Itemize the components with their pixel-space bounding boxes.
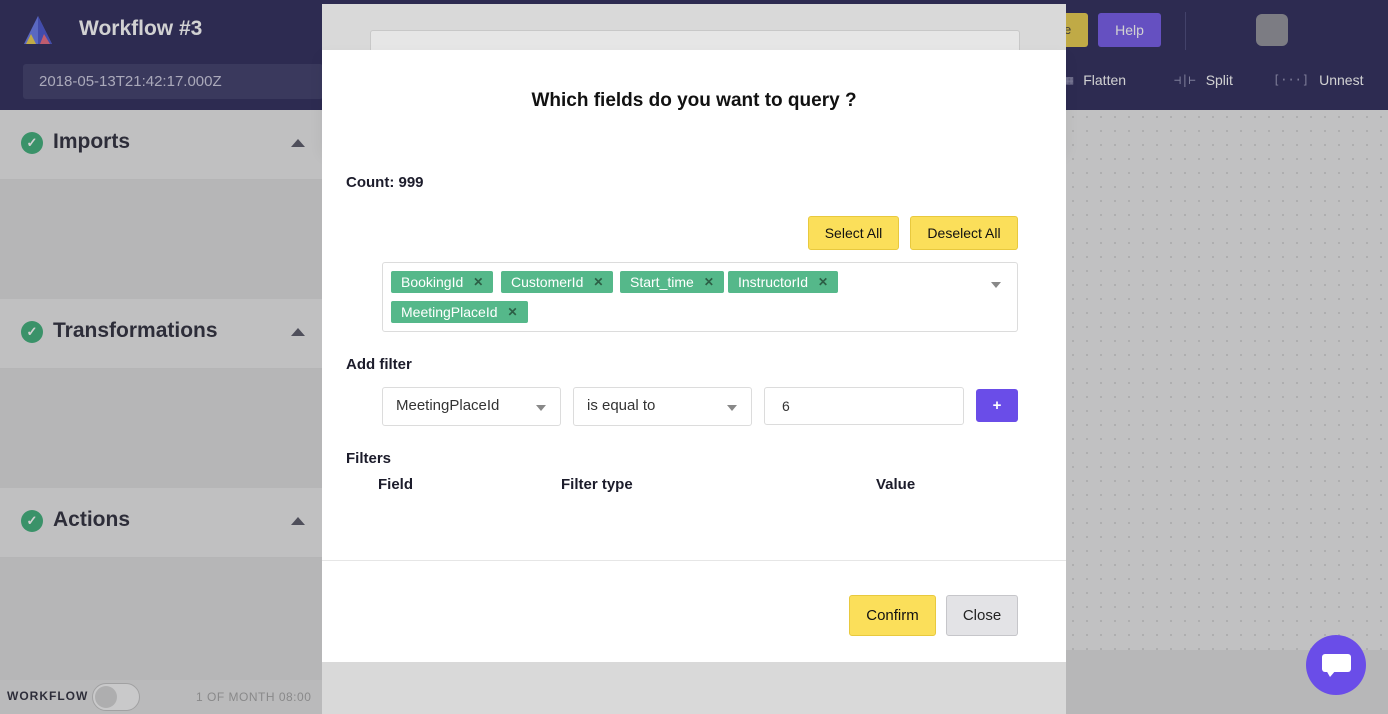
modal-body: Count: 999 Select All Deselect All Booki… (322, 150, 1066, 560)
modal-header: Which fields do you want to query ? (322, 50, 1066, 150)
filter-field-value: MeetingPlaceId (396, 397, 500, 414)
chevron-down-icon[interactable] (991, 282, 1001, 288)
remove-tag-icon[interactable]: ✕ (818, 275, 828, 289)
field-tag: Start_time ✕ (620, 271, 724, 293)
filter-type-select[interactable]: is equal to (573, 387, 752, 426)
add-filter-button[interactable]: + (976, 389, 1018, 422)
remove-tag-icon[interactable]: ✕ (473, 275, 483, 289)
modal-footer: Confirm Close (322, 560, 1066, 662)
field-tag-label: CustomerId (511, 274, 584, 290)
chat-icon-tail (1326, 670, 1336, 677)
field-tag: InstructorId ✕ (728, 271, 839, 293)
select-all-button[interactable]: Select All (808, 216, 899, 250)
filters-column-field: Field (378, 476, 414, 493)
count-label: Count: 999 (346, 174, 424, 191)
field-tag: MeetingPlaceId ✕ (391, 301, 528, 323)
field-tag: CustomerId ✕ (501, 271, 614, 293)
remove-tag-icon[interactable]: ✕ (704, 275, 714, 289)
filters-column-value: Value (876, 476, 916, 493)
add-filter-label: Add filter (346, 356, 412, 373)
modal-title: Which fields do you want to query ? (531, 90, 857, 111)
chat-launcher-button[interactable] (1306, 635, 1366, 695)
close-button[interactable]: Close (946, 595, 1018, 636)
field-tag-label: MeetingPlaceId (401, 304, 498, 320)
deselect-all-button[interactable]: Deselect All (910, 216, 1018, 250)
chevron-down-icon (727, 405, 737, 411)
confirm-button[interactable]: Confirm (849, 595, 936, 636)
fields-multiselect[interactable]: BookingId ✕ CustomerId ✕ Start_time ✕ In… (382, 262, 1018, 332)
filter-type-value: is equal to (587, 397, 656, 414)
filter-value-input[interactable]: 6 (764, 387, 964, 425)
filters-label: Filters (346, 450, 392, 467)
remove-tag-icon[interactable]: ✕ (508, 305, 518, 319)
filters-column-type: Filter type (561, 476, 633, 493)
remove-tag-icon[interactable]: ✕ (593, 275, 603, 289)
chevron-down-icon (536, 405, 546, 411)
field-tag-label: BookingId (401, 274, 464, 290)
field-tag-label: InstructorId (738, 274, 809, 290)
field-tag: BookingId ✕ (391, 271, 494, 293)
field-tag-label: Start_time (630, 274, 694, 290)
filter-field-select[interactable]: MeetingPlaceId (382, 387, 561, 426)
